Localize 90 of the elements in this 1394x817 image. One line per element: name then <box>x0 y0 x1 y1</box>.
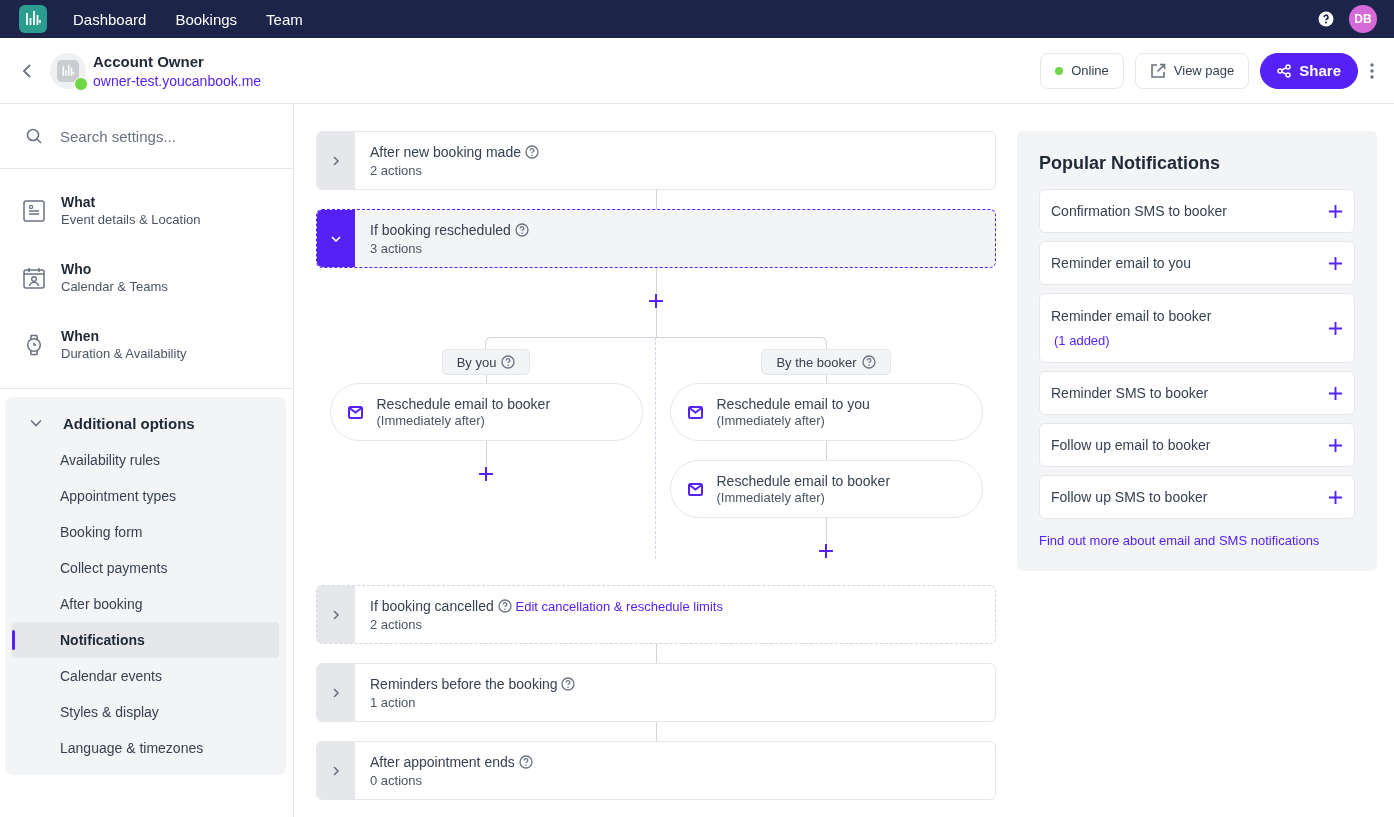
trigger-title: If booking rescheduled <box>370 222 511 238</box>
settings-nav-item[interactable]: What Event details & Location <box>0 177 293 244</box>
chevron-icon <box>330 686 342 699</box>
sidebar-item[interactable]: Availability rules <box>12 442 279 478</box>
expand-toggle[interactable] <box>317 742 355 799</box>
view-page-button[interactable]: View page <box>1134 52 1250 89</box>
panel-title: Popular Notifications <box>1039 153 1221 174</box>
mail-icon <box>687 405 703 419</box>
add-icon[interactable] <box>818 543 834 559</box>
action-title: Reschedule email to booker <box>716 473 891 489</box>
notification-option[interactable]: Reminder email to you <box>1039 241 1355 285</box>
add-icon[interactable] <box>1328 385 1343 401</box>
action-title: Reschedule email to booker <box>376 396 551 412</box>
option-label: Reminder SMS to booker <box>1051 385 1210 401</box>
action-count: 2 actions <box>370 617 424 632</box>
nav-link[interactable]: Bookings <box>175 10 238 28</box>
action-card[interactable]: Reschedule email to booker (Immediately after) <box>669 460 983 518</box>
notification-option[interactable]: Follow up email to booker <box>1039 423 1355 467</box>
action-title: Reschedule email to you <box>716 396 870 412</box>
settings-nav-item[interactable]: Who Calendar & Teams <box>0 244 293 311</box>
add-icon[interactable] <box>1328 489 1343 505</box>
trigger-title: After appointment ends <box>370 754 515 770</box>
action-count: 1 action <box>370 695 417 710</box>
add-icon[interactable] <box>648 293 664 309</box>
back-icon[interactable] <box>22 63 32 78</box>
sidebar-item[interactable]: After booking <box>12 586 279 622</box>
action-card[interactable]: Reschedule email to booker (Immediately after) <box>329 383 643 441</box>
chevron-icon <box>330 154 342 167</box>
sidebar-item[interactable]: Appointment types <box>12 478 279 514</box>
expand-toggle[interactable] <box>317 210 355 267</box>
expand-toggle[interactable] <box>317 664 355 721</box>
action-timing: (Immediately after) <box>376 413 486 428</box>
sidebar-item[interactable]: Language & timezones <box>12 730 279 766</box>
logo-icon <box>19 5 47 33</box>
notification-option[interactable]: Reminder SMS to booker <box>1039 371 1355 415</box>
calendar-person-icon <box>23 266 45 289</box>
add-icon[interactable] <box>1328 203 1343 219</box>
trigger-title: After new booking made <box>370 144 521 160</box>
id-card-icon <box>23 199 45 222</box>
help-icon[interactable] <box>1318 11 1334 27</box>
action-timing: (Immediately after) <box>716 490 826 505</box>
sidebar-item[interactable]: Booking form <box>12 514 279 550</box>
add-icon[interactable] <box>1328 320 1343 336</box>
logo-icon <box>57 59 79 82</box>
more-icon[interactable] <box>1370 62 1374 79</box>
add-icon[interactable] <box>478 466 494 482</box>
sidebar-item[interactable]: Styles & display <box>12 694 279 730</box>
booking-page-link[interactable]: owner-test.youcanbook.me <box>93 72 262 89</box>
action-count: 0 actions <box>370 773 424 788</box>
share-icon <box>1277 63 1292 78</box>
options-group-toggle[interactable]: Additional options <box>12 404 279 442</box>
option-label: Reminder email to booker <box>1051 308 1213 324</box>
notification-option[interactable]: Confirmation SMS to booker <box>1039 189 1355 233</box>
mail-icon <box>347 405 363 419</box>
settings-nav-item[interactable]: When Duration & Availability <box>0 311 293 378</box>
notification-option[interactable]: Follow up SMS to booker <box>1039 475 1355 519</box>
trigger-title: If booking cancelled <box>370 598 494 614</box>
trigger-title: Reminders before the booking <box>370 676 558 692</box>
sidebar-item[interactable]: Calendar events <box>12 658 279 694</box>
expand-toggle[interactable] <box>317 586 355 643</box>
add-icon[interactable] <box>1328 437 1343 453</box>
sidebar-item[interactable]: Collect payments <box>12 550 279 586</box>
search-icon <box>26 128 42 144</box>
expand-toggle[interactable] <box>317 132 355 189</box>
branch-label: By the booker <box>776 354 857 370</box>
option-label: Reminder email to you <box>1051 255 1193 271</box>
option-label: Follow up email to booker <box>1051 437 1212 453</box>
limits-link[interactable]: Edit cancellation & reschedule limits <box>515 599 723 614</box>
chevron-icon <box>330 764 342 777</box>
external-link-icon <box>1149 62 1166 79</box>
account-name: Account Owner <box>93 52 204 70</box>
option-label: Follow up SMS to booker <box>1051 489 1209 505</box>
status-button[interactable]: Online <box>1040 52 1124 89</box>
option-label: Confirmation SMS to booker <box>1051 203 1228 219</box>
nav-link[interactable]: Dashboard <box>73 10 147 28</box>
add-icon[interactable] <box>1328 255 1343 271</box>
action-timing: (Immediately after) <box>716 413 826 428</box>
added-note: (1 added) <box>1054 333 1111 348</box>
branch-label: By you <box>456 354 497 370</box>
share-button[interactable]: Share <box>1260 52 1358 89</box>
help-link[interactable]: Find out more about email and SMS notifications <box>1039 533 1320 548</box>
sidebar-item[interactable]: Notifications <box>12 622 279 658</box>
watch-icon <box>26 333 42 356</box>
nav-link[interactable]: Team <box>266 10 303 28</box>
action-card[interactable]: Reschedule email to you (Immediately after) <box>669 383 983 441</box>
chevron-icon <box>330 608 342 621</box>
action-count: 3 actions <box>370 241 424 256</box>
notification-option[interactable]: Reminder email to booker (1 added) <box>1039 293 1355 363</box>
mail-icon <box>687 482 703 496</box>
action-count: 2 actions <box>370 163 424 178</box>
